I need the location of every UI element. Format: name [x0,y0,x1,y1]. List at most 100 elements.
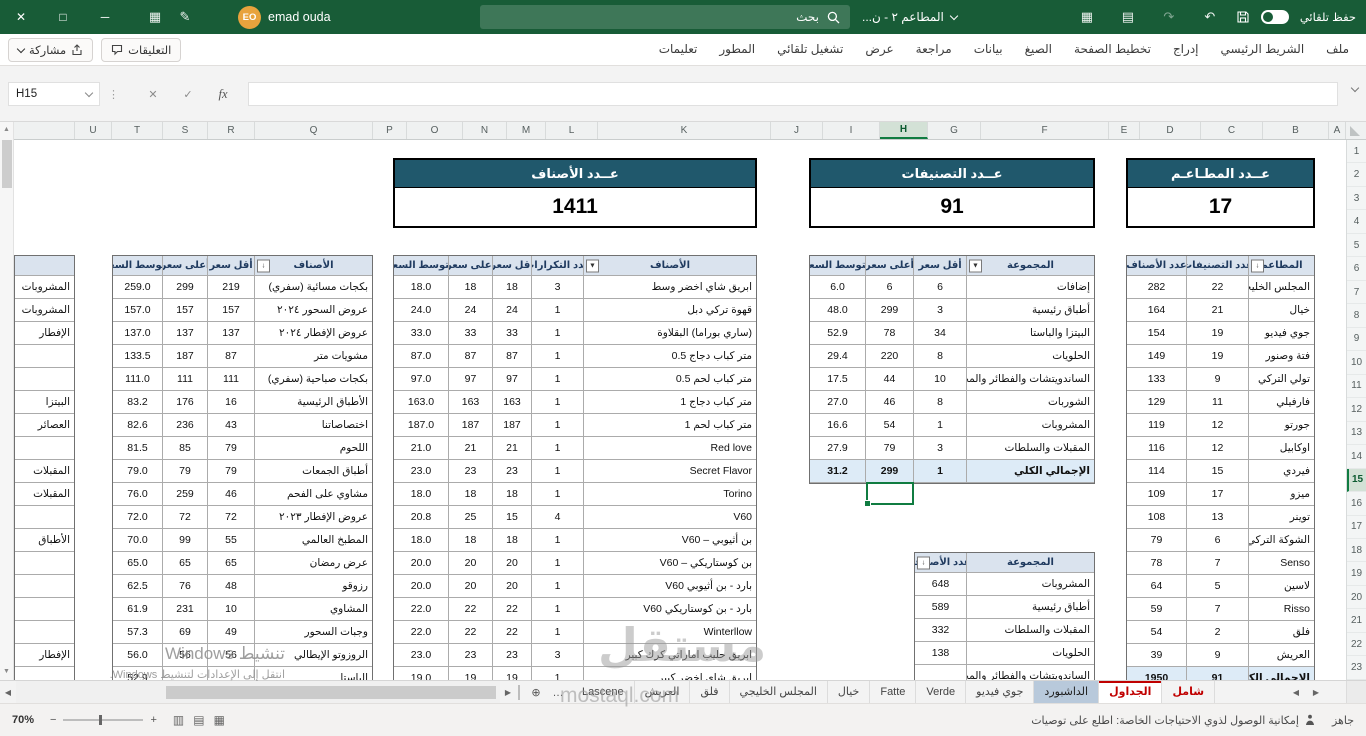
table-row[interactable]: الأطباق [15,529,74,552]
sheet-tab[interactable]: Verde [916,681,967,704]
account-info[interactable]: EO emad ouda [238,0,331,34]
table-row[interactable]: أطباق الجمعات 79 79 79.0 [113,460,372,483]
zoom-slider-thumb[interactable] [99,715,103,725]
ribbon-tab[interactable]: إدراج [1162,34,1210,65]
tab-splitter-handle[interactable] [518,685,522,700]
column-header-cell[interactable]: U [75,122,112,139]
table-row[interactable]: الإفطار [15,644,74,667]
column-header-items-count[interactable]: عدد الأصناف ↓ [915,553,966,572]
autosave-toggle[interactable] [1260,10,1289,24]
row-header-cell[interactable]: 21 [1347,609,1366,633]
column-header-cell[interactable]: T [112,122,163,139]
row-header-cell[interactable]: 23 [1347,656,1366,680]
table-row[interactable]: بكجات صباحية (سفري) 111 111 111.0 [113,368,372,391]
table-row[interactable]: المقبلات [15,460,74,483]
table-row[interactable]: بكجات مسائية (سفري) 219 299 259.0 [113,276,372,299]
column-header-cell[interactable]: K [598,122,771,139]
table-row[interactable]: مشاوي على الفحم 46 259 76.0 [113,483,372,506]
table-row[interactable]: Winterllow 1 22 22 22.0 [394,621,756,644]
table-row[interactable]: ميزو 17 109 [1127,483,1314,506]
column-header-avg-price[interactable]: متوسط السعر [113,256,162,275]
row-header-cell[interactable]: 11 [1347,375,1366,399]
table-row[interactable]: جوي فيديو 19 154 [1127,322,1314,345]
close-window-button[interactable]: ✕ [0,0,42,34]
table-row[interactable]: المقبلات والسلطات 332 [915,619,1094,642]
table-icon[interactable]: ▦ [1072,0,1102,34]
row-header-cell[interactable]: 20 [1347,586,1366,610]
table-row[interactable]: متر كباب لحم 0.5 1 97 97 97.0 [394,368,756,391]
column-header-min-price[interactable]: أقل سعر [492,256,531,275]
table-row[interactable]: وجبات السحور 49 69 57.3 [113,621,372,644]
row-header-cell[interactable]: 22 [1347,633,1366,657]
table-row[interactable]: المشاوي 10 231 61.9 [113,598,372,621]
horizontal-scroll-thumb[interactable] [166,686,496,699]
zoom-out-button[interactable]: − [50,714,56,726]
sheet-tab[interactable]: جوي فيديو [966,681,1035,704]
ribbon-tab[interactable]: الصيغ [1014,34,1063,65]
table-row[interactable]: المطبخ العالمي 55 99 70.0 [113,529,372,552]
insert-function-button[interactable]: fx [210,82,236,106]
table-row[interactable]: V60 4 15 25 20.8 [394,506,756,529]
sheet-tab[interactable]: Lascene [572,681,635,704]
column-header-cell[interactable]: I [823,122,880,139]
table-row[interactable]: Secret Flavor 1 23 23 23.0 [394,460,756,483]
filter-icon[interactable]: ▼ [586,259,599,272]
row-header-cell[interactable]: 15 [1347,468,1366,493]
row-header-cell[interactable]: 1 [1347,140,1366,164]
table-row[interactable] [15,345,74,368]
table-row[interactable]: المقبلات [15,483,74,506]
column-header-cell[interactable]: J [771,122,823,139]
search-input[interactable]: بحث [480,5,850,29]
vertical-scroll-thumb[interactable] [2,140,12,188]
page-break-view-icon[interactable]: ▥ [173,713,184,727]
table-row[interactable]: المجلس الخليجي 22 282 [1127,276,1314,299]
vertical-scrollbar[interactable]: ▲ ▼ [0,122,14,680]
selected-cell[interactable] [864,482,914,507]
table-row[interactable] [15,368,74,391]
column-header-categories-count[interactable]: عدد التصنيفات [1186,256,1248,275]
table-row[interactable]: الساندويتشات والفطائر والمخبوزات [915,665,1094,680]
tab-nav-left-icon[interactable]: ◀ [1288,681,1304,704]
comments-button[interactable]: التعليقات [101,38,182,62]
column-header-cell[interactable]: S [163,122,208,139]
column-header-cell[interactable]: B [1263,122,1329,139]
horizontal-scrollbar[interactable] [16,681,500,704]
restore-window-button[interactable]: □ [42,0,84,34]
row-header-cell[interactable]: 13 [1347,422,1366,446]
table-row[interactable] [15,552,74,575]
table-row[interactable] [15,575,74,598]
table-row[interactable] [15,598,74,621]
zoom-slider[interactable] [63,715,144,725]
ribbon-options-icon[interactable]: ▦ [140,0,170,34]
column-header-cell[interactable]: O [407,122,463,139]
table-row[interactable] [15,506,74,529]
table-row[interactable]: توينر 13 108 [1127,506,1314,529]
table-row[interactable]: بن أثيوبي – V60 1 18 18 18.0 [394,529,756,552]
cancel-button[interactable]: ✕ [140,82,166,106]
table-row[interactable]: عروض الإفطار ٢٠٢٣ 72 72 72.0 [113,506,372,529]
sheet-tab[interactable]: الداشبورد [1034,681,1100,704]
select-all-corner[interactable] [1346,122,1366,139]
table-row[interactable] [15,437,74,460]
column-header-max-price[interactable]: أعلى سعر [162,256,207,275]
row-header-cell[interactable]: 10 [1347,351,1366,375]
table-row[interactable]: ابريق شاي اخضر وسط 3 18 18 18.0 [394,276,756,299]
ribbon-tab[interactable]: بيانات [963,34,1014,65]
column-header-cell[interactable]: Q [255,122,373,139]
save-icon[interactable] [1236,10,1250,24]
row-header-cell[interactable]: 14 [1347,445,1366,469]
table-row[interactable]: العريش 9 39 [1127,644,1314,667]
column-header-occurrences[interactable]: عدد التكرارات [531,256,583,275]
ribbon-tab[interactable]: عرض [854,34,904,65]
table-row[interactable]: ابريق شاي اخضر كبير 1 19 19 19.0 [394,667,756,680]
table-row[interactable]: عروض الإفطار ٢٠٢٤ 137 137 137.0 [113,322,372,345]
column-header-cell[interactable]: G [928,122,981,139]
filter-icon[interactable]: ▼ [969,259,982,272]
table-row[interactable]: أطباق رئيسية 3 299 48.0 [810,299,1094,322]
table-row[interactable]: تولي التركي 9 133 [1127,368,1314,391]
table-row[interactable]: جورتو 12 119 [1127,414,1314,437]
table-row[interactable]: مشويات متر 87 187 133.5 [113,345,372,368]
groups-total-row[interactable]: الإجمالي الكلي 1 299 31.2 [810,460,1094,483]
scroll-up-icon[interactable]: ▲ [0,122,13,137]
sheet-tab[interactable]: شامل [1162,681,1216,704]
